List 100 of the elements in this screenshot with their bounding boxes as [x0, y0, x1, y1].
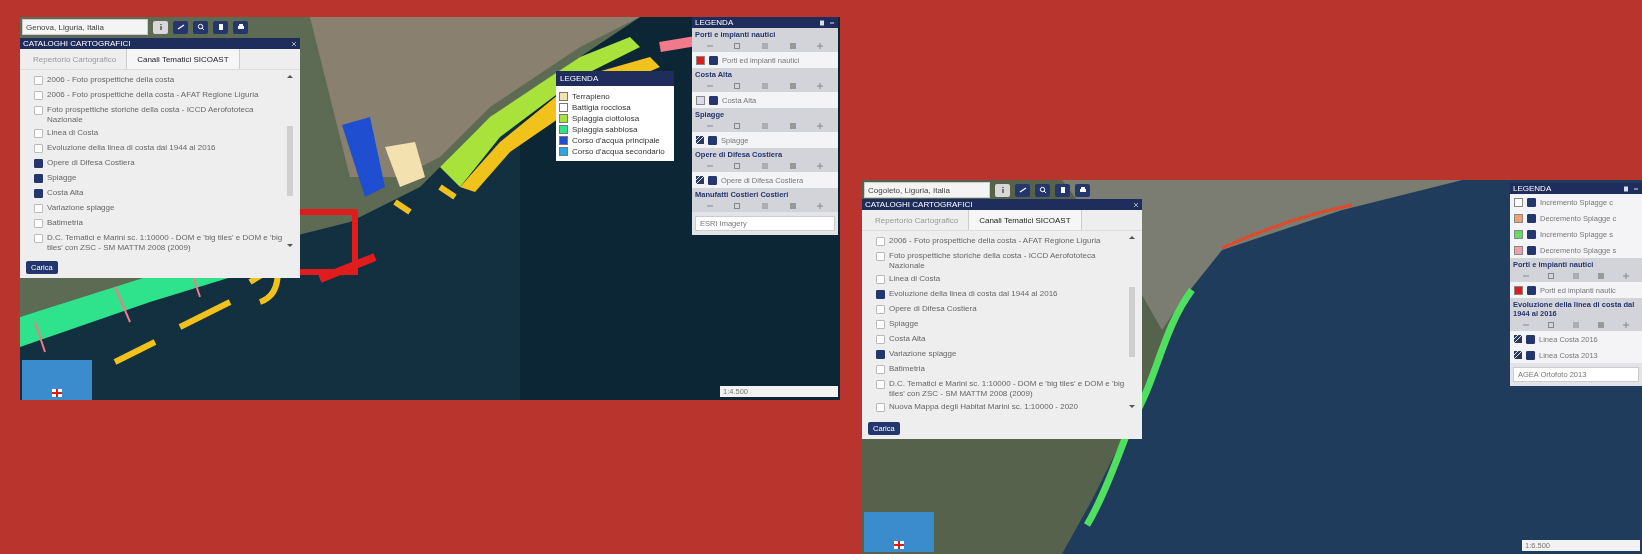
- checkbox[interactable]: [1526, 351, 1535, 360]
- pattern-icon: [1514, 335, 1522, 343]
- grid-icon[interactable]: [788, 162, 797, 170]
- legend-label: Battigia rocciosa: [572, 103, 631, 112]
- checkbox[interactable]: [34, 234, 43, 243]
- grid-icon[interactable]: [788, 42, 797, 50]
- checkbox[interactable]: [34, 76, 43, 85]
- tab[interactable]: Canali Tematici SICOAST: [968, 210, 1082, 230]
- layer-label: D.C. Tematici e Marini sc. 1:10000 - DOM e 'big tiles' e DOM e 'big tiles' con ZSC - SM MATTM 2008 (2009): [47, 233, 284, 253]
- layer-label: Opere di Difesa Costiera: [47, 158, 135, 168]
- plus-icon[interactable]: [816, 202, 825, 210]
- checkbox[interactable]: [876, 252, 885, 261]
- checkbox[interactable]: [1527, 286, 1536, 295]
- layer-label: Linea di Costa: [889, 274, 941, 284]
- checkbox[interactable]: [34, 106, 43, 115]
- checkbox[interactable]: [876, 365, 885, 374]
- checkbox[interactable]: [709, 96, 718, 105]
- plus-icon[interactable]: [1621, 321, 1630, 329]
- checkbox[interactable]: [1527, 230, 1536, 239]
- layer-label: Spiagge: [47, 173, 77, 183]
- checkbox[interactable]: [876, 237, 885, 246]
- legend-title: LEGENDA: [1513, 184, 1552, 193]
- layer-label: Costa Alta: [47, 188, 84, 198]
- grid-icon[interactable]: [788, 202, 797, 210]
- info-icon: [157, 23, 164, 31]
- checkbox[interactable]: [34, 204, 43, 213]
- checkbox[interactable]: [1527, 214, 1536, 223]
- layer-label: Evoluzione della linea di costa dal 1944 al 2016: [47, 143, 216, 153]
- panel-title: CATALOGHI CARTOGRAFICI: [865, 200, 973, 209]
- legend-title: LEGENDA: [556, 71, 674, 86]
- plus-icon[interactable]: [816, 82, 825, 90]
- checkbox[interactable]: [34, 144, 43, 153]
- ruler-icon: [176, 23, 185, 31]
- document-icon[interactable]: [1623, 185, 1629, 192]
- plus-icon[interactable]: [816, 122, 825, 130]
- checkbox[interactable]: [876, 290, 885, 299]
- checkbox[interactable]: [876, 275, 885, 284]
- legend-label: Corso d'acqua secondario: [572, 147, 665, 156]
- checkbox[interactable]: [34, 174, 43, 183]
- pattern-icon: [696, 136, 704, 144]
- plus-icon[interactable]: [816, 162, 825, 170]
- grid-icon[interactable]: [788, 82, 797, 90]
- plus-icon[interactable]: [1621, 272, 1630, 280]
- checkbox[interactable]: [34, 219, 43, 228]
- search-icon: [196, 23, 205, 31]
- search-field[interactable]: Genova, Liguria, Italia: [22, 19, 148, 35]
- checkbox[interactable]: [876, 320, 885, 329]
- checkbox[interactable]: [34, 129, 43, 138]
- layer-label: Evoluzione della linea di costa dal 1944 al 2016: [889, 289, 1058, 299]
- layer-label: Spiagge: [889, 319, 919, 329]
- pattern-icon: [696, 176, 704, 184]
- checkbox[interactable]: [34, 91, 43, 100]
- checkbox[interactable]: [709, 56, 718, 65]
- layer-label: Nuova Mappa degli Habitat Marini sc. 1:10000 - 2020: [889, 402, 1078, 412]
- minus-icon[interactable]: [1633, 185, 1639, 192]
- printer-icon: [1078, 186, 1087, 194]
- pattern-icon: [1514, 351, 1522, 359]
- document-icon[interactable]: [819, 19, 825, 26]
- layer-label: Foto prospettiche storiche della costa - ICCD Aerofototeca Nazionale: [889, 251, 1097, 271]
- checkbox[interactable]: [708, 176, 717, 185]
- tab[interactable]: Canali Tematici SICOAST: [126, 49, 240, 69]
- layer-label: D.C. Tematici e Marini sc. 1:10000 - DOM e 'big tiles' e DOM e 'big tiles' con ZSC - SM MATTM 2008 (2009): [889, 379, 1126, 399]
- legend-title: LEGENDA: [695, 18, 734, 27]
- checkbox[interactable]: [876, 403, 885, 412]
- document-icon: [216, 23, 225, 31]
- minus-icon[interactable]: [829, 19, 835, 26]
- layer-label: Foto prospettiche storiche della costa - ICCD Aerofototeca Nazionale: [47, 105, 255, 125]
- checkbox[interactable]: [1527, 246, 1536, 255]
- checkbox[interactable]: [1526, 335, 1535, 344]
- checkbox[interactable]: [708, 136, 717, 145]
- checkbox[interactable]: [876, 380, 885, 389]
- layer-label: Batimetria: [47, 218, 83, 228]
- close-icon[interactable]: [1133, 201, 1139, 208]
- checkbox[interactable]: [1527, 198, 1536, 207]
- close-icon[interactable]: [291, 40, 297, 47]
- ruler-icon: [1018, 186, 1027, 194]
- info-icon: [999, 186, 1006, 194]
- checkbox[interactable]: [34, 159, 43, 168]
- checkbox[interactable]: [34, 189, 43, 198]
- checkbox[interactable]: [876, 305, 885, 314]
- search-field[interactable]: Cogoleto, Liguria, Italia: [864, 182, 990, 198]
- layer-label: 2006 - Foto prospettiche della costa - AFAT Regione Liguria: [889, 236, 1101, 246]
- cross-flag-icon: [52, 389, 62, 397]
- printer-icon: [236, 23, 245, 31]
- document-icon: [1058, 186, 1067, 194]
- layer-label: 2006 - Foto prospettiche della costa: [47, 75, 175, 85]
- grid-icon[interactable]: [1596, 321, 1605, 329]
- layer-label: Batimetria: [889, 364, 925, 374]
- layer-label: Opere di Difesa Costiera: [889, 304, 977, 314]
- plus-icon[interactable]: [816, 42, 825, 50]
- panel-title: CATALOGHI CARTOGRAFICI: [23, 39, 131, 48]
- grid-icon[interactable]: [1596, 272, 1605, 280]
- layer-label: 2006 - Foto prospettiche della costa - AFAT Regione Liguria: [47, 90, 259, 100]
- checkbox[interactable]: [876, 335, 885, 344]
- checkbox[interactable]: [876, 350, 885, 359]
- grid-icon[interactable]: [788, 122, 797, 130]
- legend-label: Spiaggia ciottolosa: [572, 114, 640, 123]
- legend-label: Terrapieno: [572, 92, 610, 101]
- cross-flag-icon: [894, 541, 904, 549]
- layer-label: Variazione spiagge: [889, 349, 957, 359]
